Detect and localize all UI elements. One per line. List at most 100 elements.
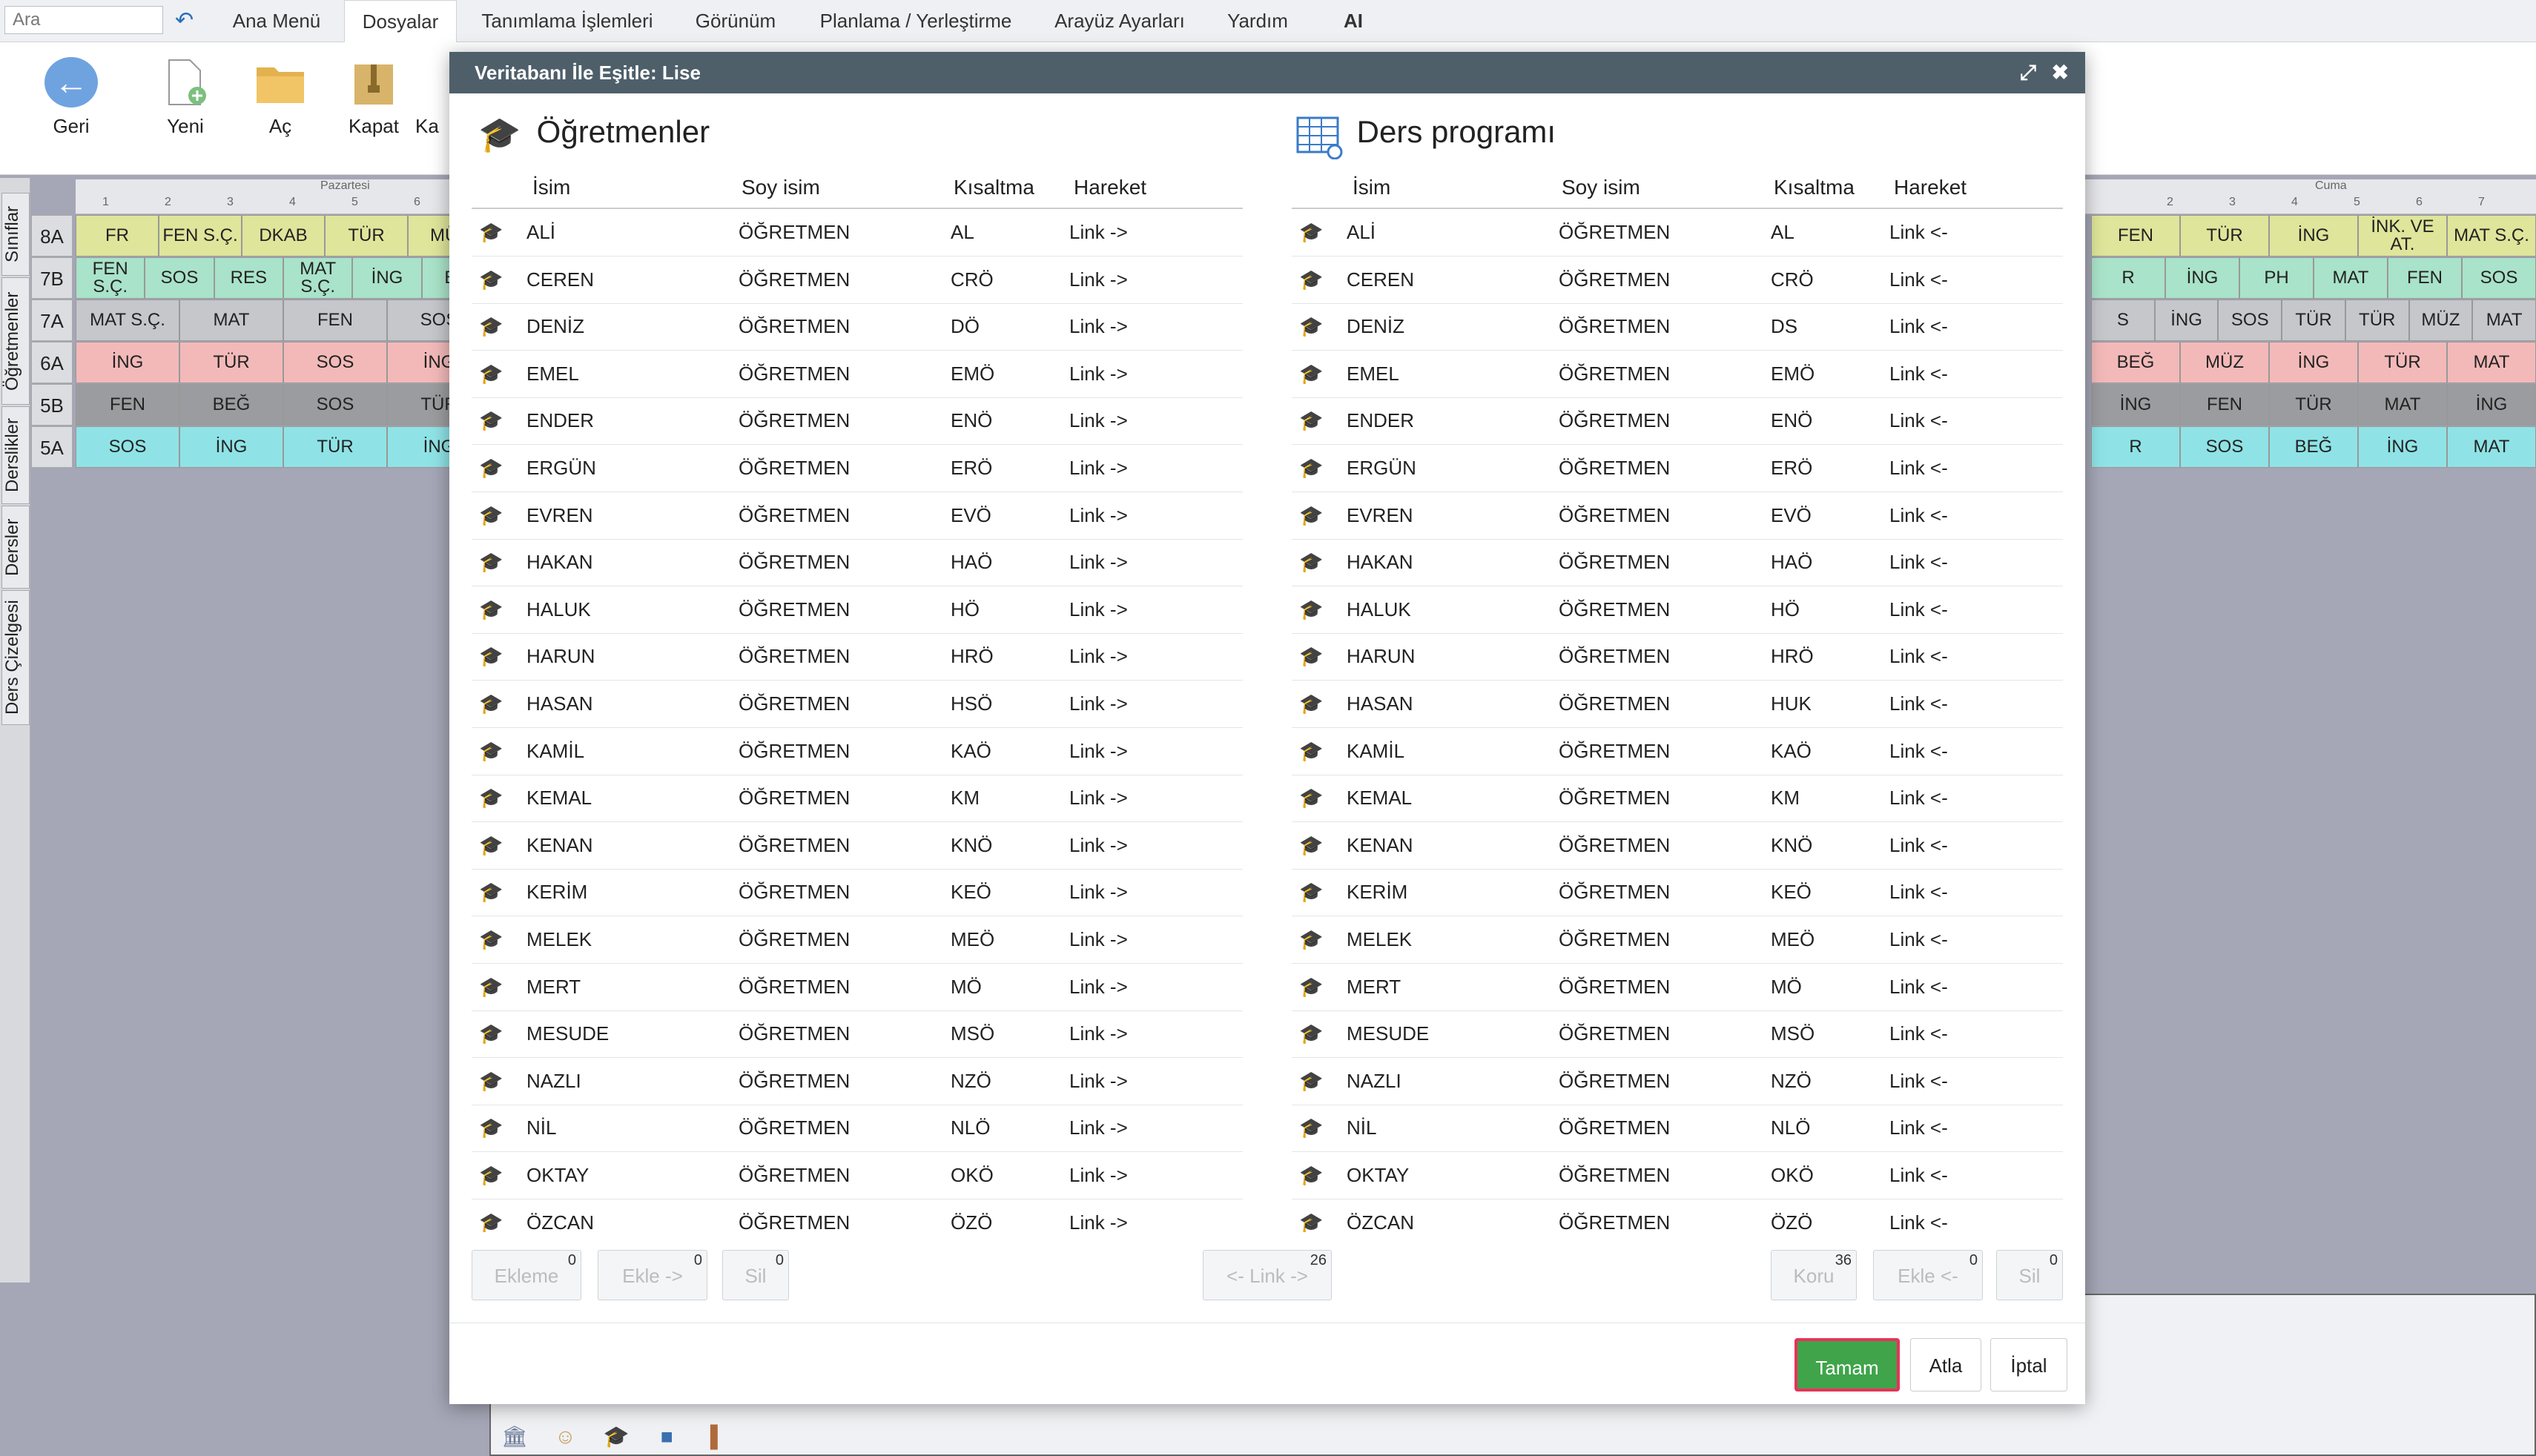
lesson-cell[interactable]: TÜR bbox=[2269, 384, 2358, 426]
teacher-link-action[interactable]: Link <- bbox=[1889, 775, 1948, 821]
menu-ana-menu[interactable]: Ana Menü bbox=[221, 0, 332, 42]
teacher-row[interactable]: 🎓 KAMİL ÖĞRETMEN KAÖ Link <- bbox=[1292, 728, 2063, 775]
teacher-row[interactable]: 🎓 HASAN ÖĞRETMEN HSÖ Link -> bbox=[472, 681, 1243, 728]
teacher-link-action[interactable]: Link -> bbox=[1069, 964, 1128, 1010]
door-icon[interactable]: ▌ bbox=[704, 1423, 731, 1450]
tab-ogretmenler[interactable]: Öğretmenler bbox=[1, 277, 30, 405]
ok-button[interactable]: Tamam bbox=[1794, 1338, 1900, 1392]
class-row-label[interactable]: 5A bbox=[31, 426, 73, 468]
teacher-row[interactable]: 🎓 CEREN ÖĞRETMEN CRÖ Link -> bbox=[472, 257, 1243, 304]
teacher-link-action[interactable]: Link <- bbox=[1889, 303, 1948, 349]
teacher-link-action[interactable]: Link -> bbox=[1069, 1152, 1128, 1198]
teacher-link-action[interactable]: Link <- bbox=[1889, 681, 1948, 727]
lesson-cell[interactable]: BEĞ bbox=[2269, 426, 2358, 468]
teacher-link-action[interactable]: Link -> bbox=[1069, 775, 1128, 821]
class-row-label[interactable]: 7A bbox=[31, 300, 73, 341]
teacher-row[interactable]: 🎓 MELEK ÖĞRETMEN MEÖ Link <- bbox=[1292, 916, 2063, 964]
menu-ai[interactable]: AI bbox=[1312, 0, 1394, 42]
teacher-link-action[interactable]: Link <- bbox=[1889, 586, 1948, 632]
lesson-cell[interactable]: MAT bbox=[2358, 384, 2447, 426]
lesson-cell[interactable]: BEĞ bbox=[179, 384, 283, 426]
teacher-row[interactable]: 🎓 OKTAY ÖĞRETMEN OKÖ Link <- bbox=[1292, 1152, 2063, 1199]
maximize-icon[interactable]: ⤢ bbox=[2020, 52, 2036, 93]
lesson-cell[interactable]: FEN bbox=[2388, 257, 2462, 299]
teacher-link-action[interactable]: Link <- bbox=[1889, 1199, 1948, 1232]
lesson-cell[interactable]: FEN S.Ç. bbox=[159, 215, 242, 257]
teacher-row[interactable]: 🎓 ERGÜN ÖĞRETMEN ERÖ Link <- bbox=[1292, 445, 2063, 492]
lesson-cell[interactable]: SOS bbox=[76, 426, 179, 468]
teacher-row[interactable]: 🎓 ALİ ÖĞRETMEN AL Link <- bbox=[1292, 209, 2063, 257]
col-soy-isim[interactable]: Soy isim bbox=[1562, 168, 1640, 208]
teacher-link-action[interactable]: Link -> bbox=[1069, 681, 1128, 727]
teacher-row[interactable]: 🎓 KAMİL ÖĞRETMEN KAÖ Link -> bbox=[472, 728, 1243, 775]
sil-right-button[interactable]: Sil 0 bbox=[1996, 1250, 2063, 1300]
cut-button[interactable]: Ka bbox=[415, 57, 452, 138]
col-kisaltma[interactable]: Kısaltma bbox=[1774, 168, 1855, 208]
teacher-row[interactable]: 🎓 NAZLI ÖĞRETMEN NZÖ Link -> bbox=[472, 1058, 1243, 1105]
lesson-cell[interactable]: İNG bbox=[2447, 384, 2536, 426]
lesson-cell[interactable]: TÜR bbox=[283, 426, 387, 468]
lesson-cell[interactable]: SOS bbox=[145, 257, 214, 299]
lesson-cell[interactable]: DKAB bbox=[242, 215, 325, 257]
teacher-row[interactable]: 🎓 KEMAL ÖĞRETMEN KM Link <- bbox=[1292, 775, 2063, 823]
teacher-link-action[interactable]: Link <- bbox=[1889, 397, 1948, 443]
teacher-link-action[interactable]: Link -> bbox=[1069, 303, 1128, 349]
lesson-cell[interactable]: TÜR bbox=[325, 215, 408, 257]
class-row-label[interactable]: 7B bbox=[31, 257, 73, 299]
cancel-button[interactable]: İptal bbox=[1990, 1338, 2067, 1392]
close-icon[interactable]: ✖ bbox=[2052, 52, 2069, 93]
teacher-link-action[interactable]: Link -> bbox=[1069, 445, 1128, 491]
back-button[interactable]: ← Geri bbox=[27, 57, 116, 138]
teacher-link-action[interactable]: Link -> bbox=[1069, 257, 1128, 302]
lesson-cell[interactable]: SOS bbox=[2462, 257, 2536, 299]
teacher-link-action[interactable]: Link -> bbox=[1069, 1058, 1128, 1104]
lesson-cell[interactable]: PH bbox=[2239, 257, 2314, 299]
teacher-link-action[interactable]: Link -> bbox=[1069, 728, 1128, 774]
teacher-row[interactable]: 🎓 ENDER ÖĞRETMEN ENÖ Link -> bbox=[472, 397, 1243, 446]
lesson-cell[interactable]: MAT bbox=[179, 300, 283, 341]
lesson-cell[interactable]: İNK. VE AT. bbox=[2358, 215, 2447, 257]
teacher-link-action[interactable]: Link <- bbox=[1889, 633, 1948, 679]
lesson-cell[interactable]: MÜZ bbox=[2180, 342, 2269, 383]
lesson-cell[interactable]: SOS bbox=[283, 342, 387, 383]
col-isim[interactable]: İsim bbox=[532, 168, 570, 208]
col-hareket[interactable]: Hareket bbox=[1894, 168, 1967, 208]
new-button[interactable]: Yeni bbox=[141, 57, 230, 138]
teacher-link-action[interactable]: Link <- bbox=[1889, 539, 1948, 585]
teacher-row[interactable]: 🎓 ENDER ÖĞRETMEN ENÖ Link <- bbox=[1292, 397, 2063, 446]
menu-gorunum[interactable]: Görünüm bbox=[676, 0, 795, 42]
col-soy-isim[interactable]: Soy isim bbox=[742, 168, 820, 208]
lesson-cell[interactable]: SOS bbox=[2218, 300, 2282, 341]
class-row-label[interactable]: 5B bbox=[31, 384, 73, 426]
lesson-cell[interactable]: RES bbox=[214, 257, 283, 299]
open-button[interactable]: Aç bbox=[236, 57, 325, 138]
lesson-cell[interactable]: TÜR bbox=[2345, 300, 2409, 341]
teacher-row[interactable]: 🎓 KENAN ÖĞRETMEN KNÖ Link -> bbox=[472, 822, 1243, 870]
lesson-cell[interactable]: İNG bbox=[179, 426, 283, 468]
teacher-row[interactable]: 🎓 HALUK ÖĞRETMEN HÖ Link <- bbox=[1292, 586, 2063, 634]
teacher-row[interactable]: 🎓 OKTAY ÖĞRETMEN OKÖ Link -> bbox=[472, 1152, 1243, 1199]
ekleme-button[interactable]: Ekleme 0 bbox=[472, 1250, 581, 1300]
lesson-cell[interactable]: TÜR bbox=[2358, 342, 2447, 383]
teacher-row[interactable]: 🎓 CEREN ÖĞRETMEN CRÖ Link <- bbox=[1292, 257, 2063, 304]
teacher-row[interactable]: 🎓 ERGÜN ÖĞRETMEN ERÖ Link -> bbox=[472, 445, 1243, 492]
teacher-link-action[interactable]: Link <- bbox=[1889, 1010, 1948, 1056]
teacher-row[interactable]: 🎓 ÖZCAN ÖĞRETMEN ÖZÖ Link <- bbox=[1292, 1199, 2063, 1232]
teacher-row[interactable]: 🎓 ÖZCAN ÖĞRETMEN ÖZÖ Link -> bbox=[472, 1199, 1243, 1232]
teacher-link-action[interactable]: Link <- bbox=[1889, 209, 1948, 255]
menu-planlama-yerlestirme[interactable]: Planlama / Yerleştirme bbox=[808, 0, 1023, 42]
teacher-row[interactable]: 🎓 HASAN ÖĞRETMEN HUK Link <- bbox=[1292, 681, 2063, 728]
teacher-link-action[interactable]: Link -> bbox=[1069, 633, 1128, 679]
link-both-button[interactable]: <- Link -> 26 bbox=[1203, 1250, 1332, 1300]
lesson-cell[interactable]: FEN bbox=[283, 300, 387, 341]
teacher-row[interactable]: 🎓 DENİZ ÖĞRETMEN DÖ Link -> bbox=[472, 303, 1243, 351]
teacher-row[interactable]: 🎓 HAKAN ÖĞRETMEN HAÖ Link <- bbox=[1292, 539, 2063, 587]
teacher-row[interactable]: 🎓 NAZLI ÖĞRETMEN NZÖ Link <- bbox=[1292, 1058, 2063, 1105]
teacher-link-action[interactable]: Link <- bbox=[1889, 445, 1948, 491]
koru-button[interactable]: Koru 36 bbox=[1771, 1250, 1857, 1300]
lesson-cell[interactable]: FEN bbox=[2091, 215, 2180, 257]
teacher-row[interactable]: 🎓 HALUK ÖĞRETMEN HÖ Link -> bbox=[472, 586, 1243, 634]
teacher-row[interactable]: 🎓 MESUDE ÖĞRETMEN MSÖ Link -> bbox=[472, 1010, 1243, 1059]
lesson-cell[interactable]: İNG bbox=[2269, 215, 2358, 257]
teacher-row[interactable]: 🎓 DENİZ ÖĞRETMEN DS Link <- bbox=[1292, 303, 2063, 351]
